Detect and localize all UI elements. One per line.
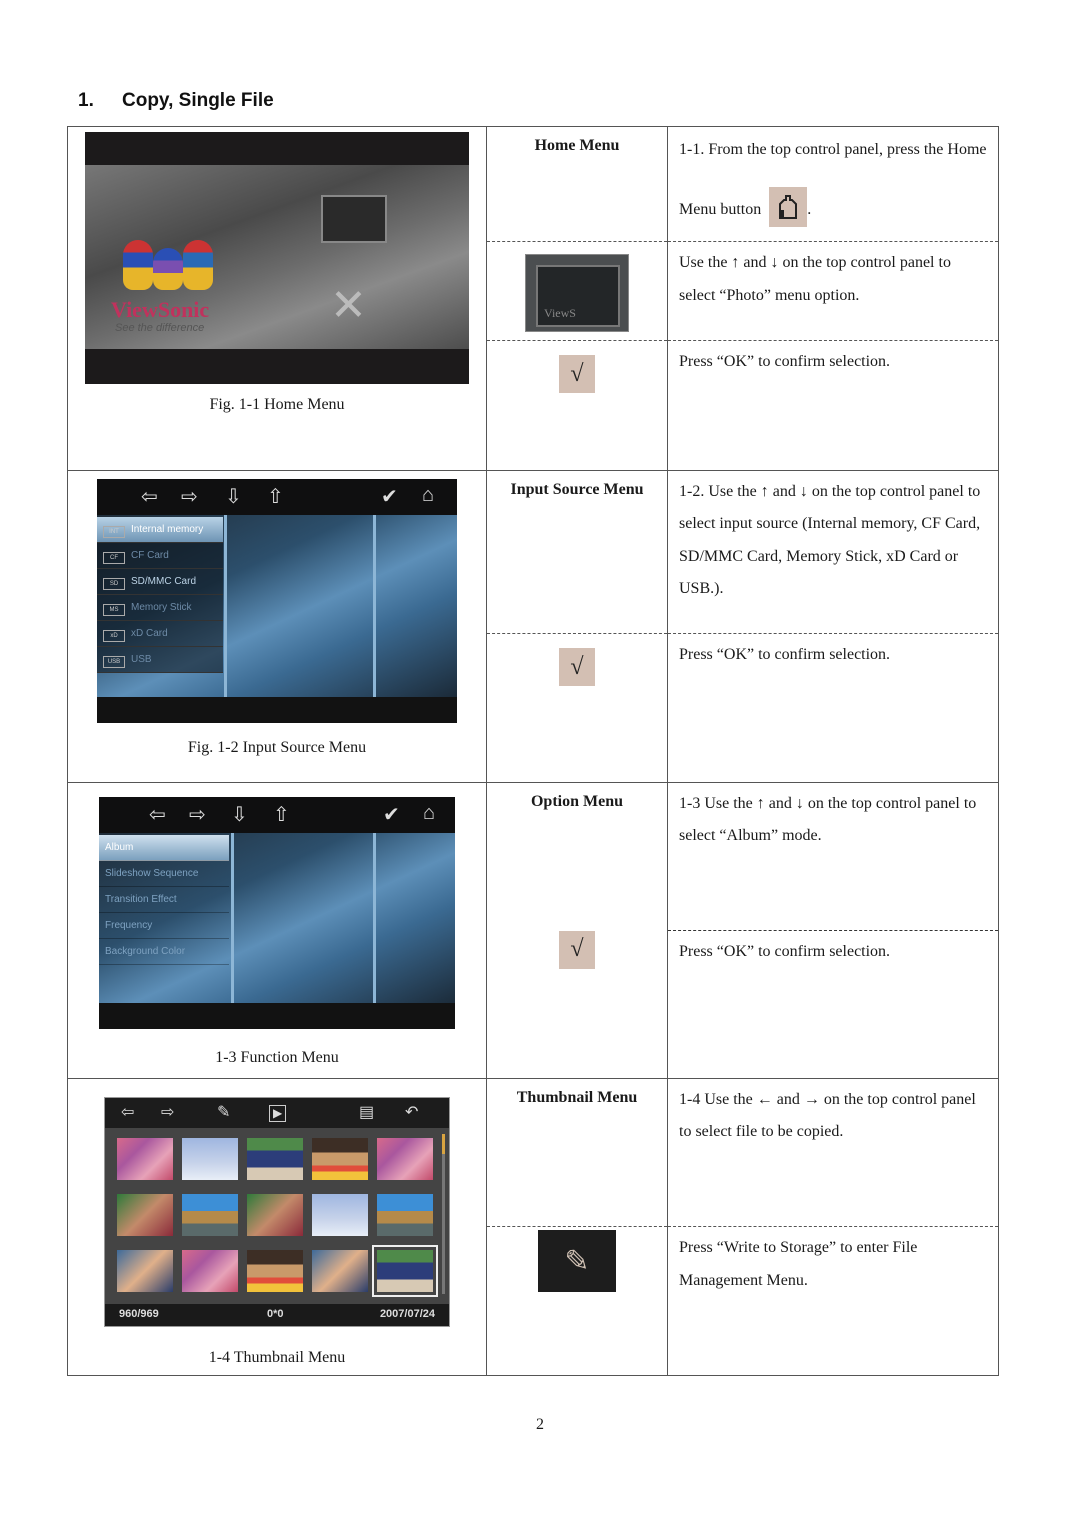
input-source-list: INT Internal memory CF CF Card SD SD/MMC Ca…: [97, 516, 223, 673]
checkmark-icon[interactable]: √: [559, 355, 595, 393]
slideshow-icon: ▶: [269, 1104, 287, 1122]
down-arrow-icon: ⇩: [231, 803, 248, 826]
device-toolbar: ⇦ ⇨ ✎ ▶ ▤ ↶: [105, 1097, 449, 1128]
table-row-option-menu: ⇦ ⇨ ⇩ ⇧ ✔ ⌂ Album Slideshow Sequence Tra…: [67, 781, 999, 1079]
figure-cell: ViewSonic See the difference ✕ Fig. 1-1 …: [67, 126, 487, 471]
figure-cell: ⇦ ⇨ ✎ ▶ ▤ ↶ 960/969 0*0 2007/07/24 1-4 T…: [67, 1077, 487, 1376]
brand-name: ViewSonic: [111, 297, 210, 322]
thumbnail-flowers[interactable]: [377, 1137, 433, 1180]
function-menu-screenshot: ⇦ ⇨ ⇩ ⇧ ✔ ⌂ Album Slideshow Sequence Tra…: [99, 796, 455, 1029]
home-menu-screenshot: ViewSonic See the difference ✕: [85, 132, 469, 384]
thumbnail-menu-screenshot: ⇦ ⇨ ✎ ▶ ▤ ↶ 960/969 0*0 2007/07/24: [104, 1096, 450, 1327]
thumbnail-church[interactable]: [312, 1193, 368, 1236]
table-row-thumbnail-menu: ⇦ ⇨ ✎ ▶ ▤ ↶ 960/969 0*0 2007/07/24 1-4 T…: [67, 1077, 999, 1376]
table-row-input-source-menu: ⇦ ⇨ ⇩ ⇧ ✔ ⌂ INT Internal memory CF CF Card…: [67, 469, 999, 783]
list-item[interactable]: xD xD Card: [97, 620, 223, 647]
section-number: 1.: [78, 90, 94, 111]
brand-tagline: See the difference: [115, 322, 205, 334]
figure-caption: 1-3 Function Menu: [215, 1048, 339, 1066]
list-item[interactable]: Slideshow Sequence: [99, 861, 229, 887]
list-item[interactable]: Background Color: [99, 939, 229, 965]
step-text: Press “OK” to confirm selection.: [679, 353, 891, 370]
step-text: Press “Write to Storage” to enter File M…: [679, 1239, 918, 1289]
section-heading: 1. Copy, Single File: [78, 90, 274, 112]
step-text: 1-2. Use the ↑ and ↓ on the top control …: [679, 482, 981, 598]
list-item[interactable]: MS Memory Stick: [97, 594, 223, 621]
thumbnail-flowers[interactable]: [117, 1137, 173, 1180]
section-title: Copy, Single File: [122, 90, 274, 111]
list-item[interactable]: CF CF Card: [97, 542, 223, 569]
up-arrow-icon: ⇧: [267, 485, 284, 508]
scrollbar[interactable]: [442, 1133, 445, 1294]
write-to-storage-icon: ✎: [217, 1103, 231, 1121]
thumbnail-lake[interactable]: [182, 1193, 238, 1236]
right-arrow-icon: ⇨: [161, 1103, 175, 1121]
list-item[interactable]: INT Internal memory: [97, 516, 223, 543]
thumbnail-couple[interactable]: [372, 1244, 438, 1297]
thumbnail-family[interactable]: [117, 1249, 173, 1292]
thumbnail-hug[interactable]: [247, 1193, 303, 1236]
step-text: Use the ↑ and ↓ on the top control panel…: [679, 254, 951, 304]
list-item[interactable]: Transition Effect: [99, 887, 229, 913]
write-to-storage-icon[interactable]: ✎: [538, 1230, 616, 1292]
right-arrow-icon: ⇨: [181, 485, 198, 508]
up-arrow-icon: ⇧: [273, 803, 290, 826]
file-date: 2007/07/24: [379, 1307, 435, 1320]
instruction-table: ViewSonic See the difference ✕ Fig. 1-1 …: [67, 126, 999, 1376]
figure-caption: Fig. 1-1 Home Menu: [209, 396, 345, 413]
rotate-icon: ↶: [405, 1103, 419, 1121]
thumbnail-kiss[interactable]: [247, 1249, 303, 1292]
thumbnail-family[interactable]: [312, 1249, 368, 1292]
step-text: Press “OK” to confirm selection.: [679, 646, 891, 663]
device-toolbar: ⇦ ⇨ ⇩ ⇧ ✔ ⌂: [99, 796, 455, 833]
home-icon: ⌂: [422, 483, 435, 506]
step-text: 1-3 Use the ↑ and ↓ on the top control p…: [679, 794, 977, 845]
home-icon: ⌂: [423, 801, 436, 824]
step-text: 1-1. From the top control panel, press t…: [669, 116, 997, 240]
checkmark-icon[interactable]: √: [559, 648, 595, 686]
figure-cell: ⇦ ⇨ ⇩ ⇧ ✔ ⌂ INT Internal memory CF CF Card…: [67, 469, 487, 783]
row-label: Option Menu: [530, 792, 623, 810]
figure-caption: 1-4 Thumbnail Menu: [208, 1348, 346, 1366]
step-text: Press “OK” to confirm selection.: [679, 943, 891, 960]
tools-icon: ✕: [330, 281, 367, 330]
row-label: Thumbnail Menu: [516, 1088, 638, 1106]
photo-icon: [321, 195, 387, 243]
option-list: Album Slideshow Sequence Transition Effe…: [99, 834, 229, 965]
input-source-screenshot: ⇦ ⇨ ⇩ ⇧ ✔ ⌂ INT Internal memory CF CF Card…: [97, 478, 457, 723]
thumbnail-church[interactable]: [182, 1137, 238, 1180]
device-toolbar: ⇦ ⇨ ⇩ ⇧ ✔ ⌂: [97, 478, 457, 515]
photo-menu-icon: ViewS: [525, 254, 629, 332]
thumbnail-kiss[interactable]: [312, 1137, 368, 1180]
row-label: Input Source Menu: [510, 480, 644, 498]
list-item[interactable]: SD SD/MMC Card: [97, 568, 223, 595]
zoom-readout: 0*0: [267, 1307, 284, 1320]
ok-check-icon: ✔: [381, 485, 398, 508]
viewsonic-birds-logo: [123, 230, 223, 290]
list-item[interactable]: USB USB: [97, 646, 223, 673]
left-arrow-icon: ⇦: [121, 1103, 135, 1121]
status-bar: 960/969 0*0 2007/07/24: [105, 1303, 449, 1326]
step-text: 1-4 Use the ← and → on the top control p…: [679, 1090, 976, 1141]
down-arrow-icon: ⇩: [225, 485, 242, 508]
file-count: 960/969: [119, 1307, 159, 1320]
thumbnail-couple[interactable]: [247, 1137, 303, 1180]
left-arrow-icon: ⇦: [149, 803, 166, 826]
right-arrow-icon: ⇨: [189, 803, 206, 826]
page-number: 2: [536, 1416, 544, 1433]
thumbnail-flowers[interactable]: [182, 1249, 238, 1292]
checkmark-icon[interactable]: √: [559, 930, 595, 969]
table-row-home-menu: ViewSonic See the difference ✕ Fig. 1-1 …: [67, 126, 999, 471]
thumbnail-lake[interactable]: [377, 1193, 433, 1236]
copy-icon: ▤: [359, 1103, 375, 1121]
left-arrow-icon: ⇦: [141, 485, 158, 508]
row-label: Home Menu: [534, 137, 620, 154]
figure-cell: ⇦ ⇨ ⇩ ⇧ ✔ ⌂ Album Slideshow Sequence Tra…: [67, 781, 487, 1079]
thumbnail-hug[interactable]: [117, 1193, 173, 1236]
list-item[interactable]: Frequency: [99, 913, 229, 939]
ok-check-icon: ✔: [383, 803, 400, 826]
figure-caption: Fig. 1-2 Input Source Menu: [187, 738, 367, 756]
list-item[interactable]: Album: [99, 834, 229, 861]
home-icon[interactable]: [769, 187, 808, 227]
